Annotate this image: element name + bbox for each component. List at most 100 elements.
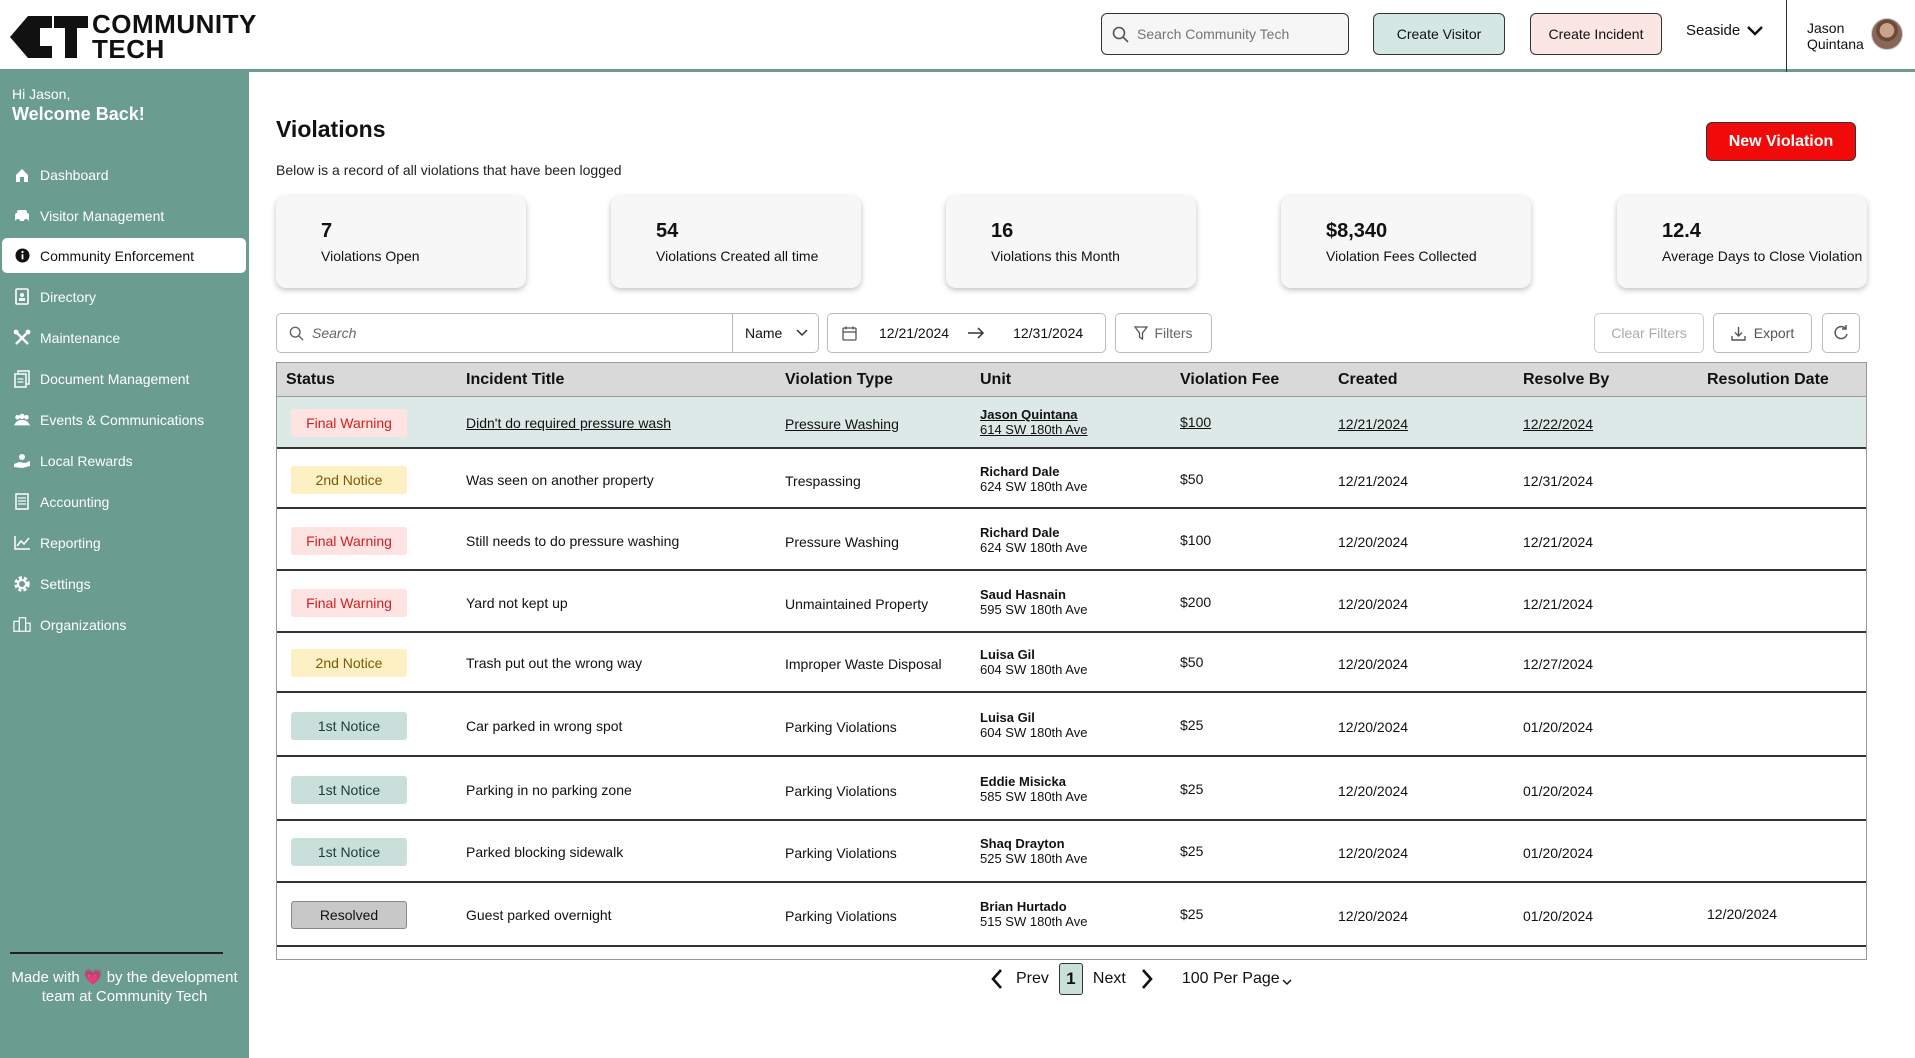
column-header-created[interactable]: Created	[1338, 371, 1398, 389]
sidebar-item-events-communications[interactable]: Events & Communications	[2, 402, 246, 437]
sidebar-item-visitor-management[interactable]: Visitor Management	[2, 198, 246, 233]
table-row[interactable]: 2nd Notice Was seen on another property Tr…	[277, 451, 1866, 509]
resolve-by-date[interactable]: 12/22/2024	[1523, 416, 1593, 432]
date-to[interactable]: 12/31/2024	[1013, 325, 1083, 341]
sidebar-item-accounting[interactable]: Accounting	[2, 484, 246, 519]
chevron-left-icon[interactable]	[990, 968, 1004, 990]
sidebar-item-directory[interactable]: Directory	[2, 279, 246, 314]
table-row[interactable]: Resolved Guest parked overnight Parking Vi…	[277, 883, 1866, 947]
stat-card-avg-days: 12.4 Average Days to Close Violation	[1617, 196, 1867, 288]
sidebar-item-maintenance[interactable]: Maintenance	[2, 320, 246, 355]
status-badge: 1st Notice	[291, 838, 407, 866]
page-number-current[interactable]: 1	[1058, 963, 1083, 995]
filters-button[interactable]: Filters	[1115, 313, 1212, 353]
sort-field-select[interactable]: Name	[732, 313, 819, 353]
column-header-incident-title[interactable]: Incident Title	[466, 371, 564, 389]
table-row[interactable]: Final Warning Didn't do required pressure…	[277, 397, 1866, 449]
column-header-resolve-by[interactable]: Resolve By	[1523, 371, 1609, 389]
violation-type: Unmaintained Property	[785, 596, 929, 612]
table-search[interactable]: Search	[276, 313, 733, 353]
prev-button[interactable]: Prev	[1016, 970, 1049, 988]
chart-icon	[13, 534, 31, 552]
chevron-down-icon	[1747, 25, 1764, 36]
sidebar-divider	[10, 952, 223, 954]
stat-value: 12.4	[1662, 220, 1701, 242]
community-select[interactable]: Seaside	[1686, 22, 1764, 39]
sidebar: Hi Jason, Welcome Back! Dashboard Visito…	[0, 72, 249, 1058]
column-header-unit[interactable]: Unit	[980, 371, 1011, 389]
next-button[interactable]: Next	[1093, 970, 1126, 988]
sort-field-value: Name	[745, 325, 783, 341]
filters-label: Filters	[1154, 325, 1193, 341]
resolve-by-date: 01/20/2024	[1523, 719, 1594, 735]
global-search-input[interactable]	[1137, 26, 1337, 42]
ledger-icon	[13, 493, 31, 511]
chevron-down-icon[interactable]	[1282, 979, 1292, 986]
chevron-right-icon[interactable]	[1140, 968, 1154, 990]
sidebar-item-label: Directory	[40, 288, 97, 305]
table-row[interactable]: 1st Notice Parking in no parking zone Park…	[277, 759, 1866, 821]
download-icon	[1731, 326, 1746, 341]
resolve-by-date: 12/27/2024	[1523, 656, 1594, 672]
column-header-resolution-date[interactable]: Resolution Date	[1707, 371, 1829, 389]
table-row[interactable]: 1st Notice Parked blocking sidewalk Parkin…	[277, 821, 1866, 883]
column-header-violation-type[interactable]: Violation Type	[785, 371, 893, 389]
user-menu[interactable]: Jason Quintana	[1786, 0, 1915, 72]
table-row[interactable]: Final Warning Still needs to do pressure …	[277, 511, 1866, 571]
resolve-by-date: 12/21/2024	[1523, 596, 1594, 612]
per-page-select[interactable]: 100 Per Page	[1182, 970, 1280, 988]
unit-address: 515 SW 180th Ave	[980, 914, 1088, 929]
violation-fee: $100	[1180, 532, 1212, 548]
sidebar-item-organizations[interactable]: Organizations	[2, 607, 246, 642]
search-icon	[1112, 26, 1129, 43]
sidebar-item-label: Document Management	[40, 370, 190, 387]
sidebar-item-community-enforcement[interactable]: Community Enforcement	[2, 238, 246, 273]
gear-icon	[13, 575, 31, 593]
create-visitor-button[interactable]: Create Visitor	[1373, 13, 1505, 55]
unit: Richard Dale 624 SW 180th Ave	[980, 526, 1087, 556]
table-row[interactable]: Final Warning Yard not kept up Unmaintaine…	[277, 573, 1866, 633]
sidebar-item-dashboard[interactable]: Dashboard	[2, 157, 246, 192]
sidebar-item-settings[interactable]: Settings	[2, 566, 246, 601]
status-badge: Final Warning	[291, 589, 407, 617]
resolve-by-date: 01/20/2024	[1523, 845, 1594, 861]
search-icon	[289, 326, 304, 341]
new-violation-button[interactable]: New Violation	[1706, 122, 1856, 161]
logo-mark-icon	[10, 16, 88, 58]
sidebar-item-label: Reporting	[40, 534, 101, 551]
table-row[interactable]: 2nd Notice Trash put out the wrong way Imp…	[277, 633, 1866, 693]
global-search[interactable]	[1101, 13, 1349, 55]
avatar[interactable]	[1871, 18, 1903, 50]
column-header-violation-fee[interactable]: Violation Fee	[1180, 371, 1279, 389]
sidebar-item-local-rewards[interactable]: Local Rewards	[2, 443, 246, 478]
incident-title: Trash put out the wrong way	[466, 655, 643, 671]
unit[interactable]: Jason Quintana 614 SW 180th Ave	[980, 408, 1087, 438]
made-with-text: Made with 💗 by the development team at C…	[11, 969, 238, 1005]
table-row[interactable]: 1st Notice Car parked in wrong spot Parkin…	[277, 695, 1866, 757]
date-range-picker[interactable]: 12/21/2024 12/31/2024	[827, 313, 1106, 353]
created-date: 12/20/2024	[1338, 656, 1409, 672]
violation-type[interactable]: Pressure Washing	[785, 416, 899, 432]
unit-address: 585 SW 180th Ave	[980, 789, 1088, 804]
refresh-button[interactable]	[1822, 313, 1860, 353]
community-tech-logo[interactable]: COMMUNITY TECH	[10, 11, 257, 62]
create-incident-button[interactable]: Create Incident	[1530, 13, 1662, 55]
sidebar-item-reporting[interactable]: Reporting	[2, 525, 246, 560]
status-badge: 2nd Notice	[291, 649, 407, 677]
refresh-icon	[1834, 325, 1848, 340]
date-from[interactable]: 12/21/2024	[879, 325, 949, 341]
sidebar-item-document-management[interactable]: Document Management	[2, 361, 246, 396]
resolve-by-date: 12/31/2024	[1523, 473, 1594, 489]
created-date[interactable]: 12/21/2024	[1338, 416, 1408, 432]
violation-type: Pressure Washing	[785, 534, 899, 550]
incident-title[interactable]: Didn't do required pressure wash	[466, 415, 671, 431]
export-button[interactable]: Export	[1713, 313, 1812, 353]
clear-filters-button[interactable]: Clear Filters	[1594, 313, 1704, 353]
sidebar-item-label: Organizations	[40, 616, 127, 633]
violation-fee[interactable]: $100	[1180, 414, 1211, 430]
unit: Shaq Drayton 525 SW 180th Ave	[980, 837, 1087, 867]
stat-label: Violations Created all time	[656, 248, 819, 264]
column-header-status[interactable]: Status	[286, 371, 335, 389]
resolve-by-date: 01/20/2024	[1523, 908, 1594, 924]
export-label: Export	[1753, 325, 1795, 341]
